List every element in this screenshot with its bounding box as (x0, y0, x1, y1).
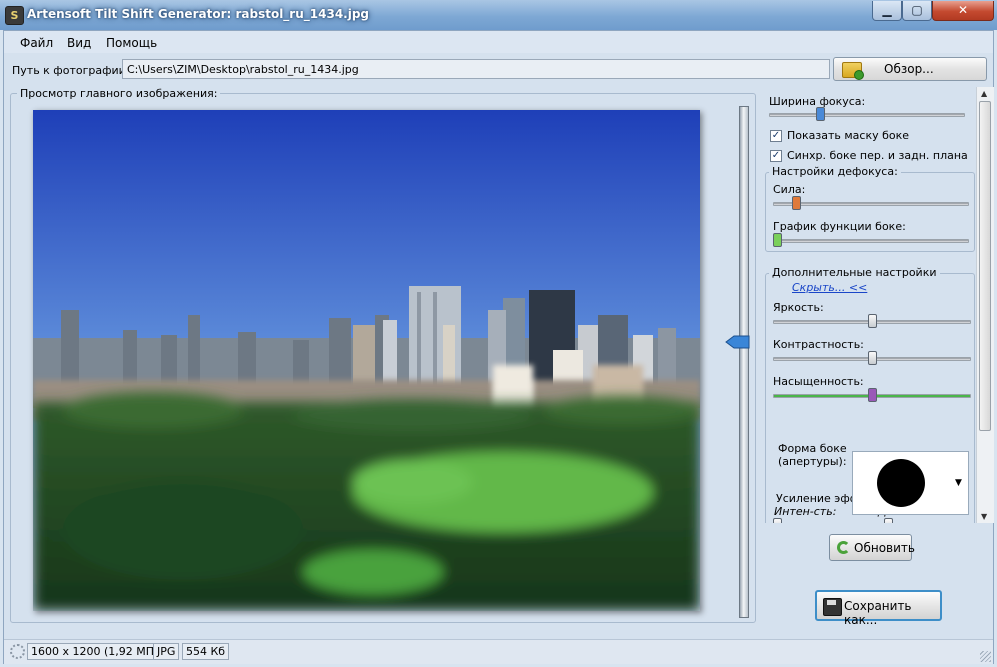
brightness-thumb[interactable] (868, 314, 877, 328)
browse-button[interactable]: Обзор... (833, 57, 987, 81)
preview-title: Просмотр главного изображения: (17, 87, 221, 100)
save-as-button-label: Сохранить как... (844, 599, 912, 627)
hide-advanced-link[interactable]: Скрыть... << (792, 281, 867, 294)
status-bar: 1600 x 1200 (1,92 МП) JPG 554 Кб (4, 639, 993, 664)
strength-slider[interactable] (773, 196, 969, 210)
show-mask-label: Показать маску боке (787, 129, 910, 142)
focus-width-track[interactable] (769, 113, 965, 117)
window-title: Artensoft Tilt Shift Generator: rabstol_… (27, 7, 370, 21)
saturation-label: Насыщенность: (773, 375, 864, 388)
refresh-button[interactable]: Обновить (829, 534, 915, 561)
sync-bokeh-label: Синхр. боке пер. и задн. плана (787, 149, 968, 162)
save-as-button[interactable]: Сохранить как... (815, 590, 942, 627)
advanced-title: Дополнительные настройки (769, 266, 940, 279)
scroll-thumb[interactable] (979, 101, 991, 431)
focus-position-slider[interactable] (725, 106, 750, 618)
preview-photo-graphic (33, 110, 700, 611)
preview-group: Просмотр главного изображения: (10, 87, 756, 623)
browse-button-label: Обзор... (884, 62, 934, 76)
settings-panel: Ширина фокуса: ✓ Показать маску боке ✓ С… (763, 87, 976, 523)
menu-view[interactable]: Вид (67, 36, 91, 50)
refresh-icon (837, 541, 850, 554)
contrast-thumb[interactable] (868, 351, 877, 365)
scroll-down-icon[interactable]: ▼ (981, 512, 987, 521)
bokeh-graph-slider[interactable] (773, 233, 969, 247)
title-bar: S Artensoft Tilt Shift Generator: rabsto… (0, 0, 997, 30)
bokeh-graph-thumb[interactable] (773, 233, 782, 247)
minimize-button[interactable]: ▁ (872, 1, 902, 21)
brightness-slider[interactable] (773, 314, 971, 328)
intensity-thumb[interactable] (773, 518, 782, 523)
intensity-label: Интен-сть: (774, 505, 837, 518)
maximize-button[interactable]: ▢ (902, 1, 932, 21)
defocus-group: Настройки дефокуса: Сила: График функции… (765, 165, 975, 252)
saturation-slider[interactable] (773, 388, 971, 402)
bokeh-shape-select[interactable]: ▼ (852, 451, 969, 515)
status-dimensions: 1600 x 1200 (1,92 МП) (27, 643, 163, 660)
saturation-thumb[interactable] (868, 388, 877, 402)
range-thumb[interactable] (884, 518, 893, 523)
photo-path-field[interactable]: C:\Users\ZIM\Desktop\rabstol_ru_1434.jpg (122, 59, 830, 79)
status-size: 554 Кб (182, 643, 230, 660)
resize-grip-icon[interactable] (980, 651, 991, 662)
busy-spinner-icon (10, 644, 25, 659)
status-format: JPG (153, 643, 180, 660)
bokeh-graph-label: График функции боке: (773, 220, 906, 233)
menu-bar: Файл Вид Помощь (4, 31, 993, 53)
range-slider[interactable] (878, 518, 973, 523)
contrast-slider[interactable] (773, 351, 971, 365)
strength-label: Сила: (773, 183, 806, 196)
strength-thumb[interactable] (792, 196, 801, 210)
path-row: Путь к фотографии: C:\Users\ZIM\Desktop\… (4, 55, 993, 85)
settings-scrollbar[interactable]: ▲ ▼ (976, 87, 994, 523)
focus-position-track[interactable] (739, 106, 749, 618)
folder-add-icon (842, 62, 864, 80)
app-window: S Artensoft Tilt Shift Generator: rabsto… (0, 0, 997, 667)
bokeh-shape-label-1: Форма боке (778, 442, 847, 455)
focus-width-thumb[interactable] (816, 107, 825, 121)
scroll-up-icon[interactable]: ▲ (981, 89, 987, 98)
app-icon[interactable]: S (5, 6, 24, 25)
floppy-disk-icon (823, 598, 842, 616)
preview-image[interactable] (33, 110, 700, 611)
contrast-label: Контрастность: (773, 338, 864, 351)
focus-position-thumb[interactable] (725, 335, 751, 349)
intensity-slider[interactable] (773, 518, 868, 523)
bokeh-shape-label-2: (апертуры): (778, 455, 847, 468)
circle-aperture-icon (877, 459, 925, 507)
dropdown-arrow-icon[interactable]: ▼ (955, 478, 962, 488)
focus-width-slider[interactable] (769, 107, 965, 121)
client-area: Файл Вид Помощь Путь к фотографии: C:\Us… (3, 30, 994, 664)
refresh-button-label: Обновить (854, 541, 915, 555)
defocus-title: Настройки дефокуса: (769, 165, 901, 178)
show-mask-check-icon[interactable]: ✓ (770, 130, 782, 142)
brightness-label: Яркость: (773, 301, 824, 314)
menu-help[interactable]: Помощь (106, 36, 157, 50)
strength-track[interactable] (773, 202, 969, 206)
sync-bokeh-check-icon[interactable]: ✓ (770, 150, 782, 162)
path-label: Путь к фотографии: (12, 64, 130, 77)
menu-file[interactable]: Файл (20, 36, 53, 50)
bokeh-graph-track[interactable] (773, 239, 969, 243)
close-button[interactable]: ✕ (932, 1, 994, 21)
